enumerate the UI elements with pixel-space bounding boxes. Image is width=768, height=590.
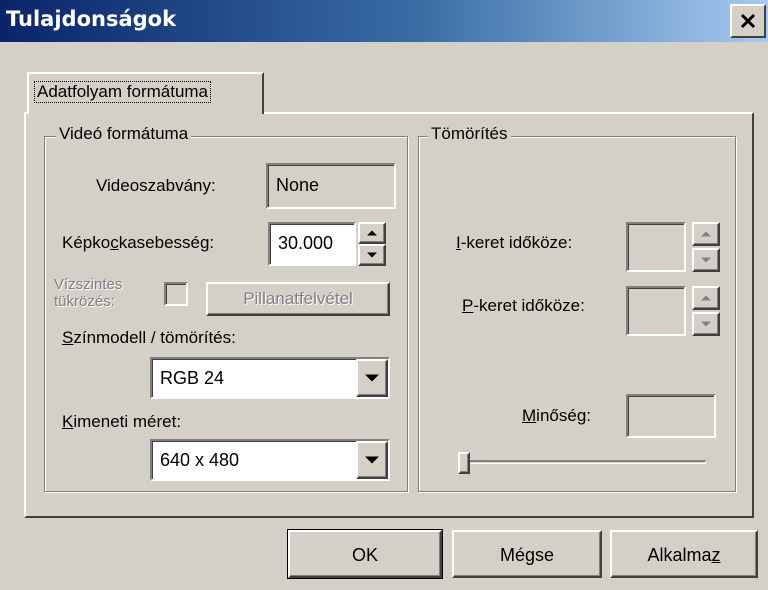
- snapshot-button-label: Pillanatfelvétel: [243, 289, 353, 308]
- framerate-label: Képkockasebesség:: [62, 233, 215, 252]
- apply-button-label: Alkalmaz: [647, 545, 721, 565]
- color-model-dropdown-button[interactable]: [356, 359, 388, 397]
- flip-checkbox[interactable]: [164, 282, 188, 306]
- window-title: Tulajdonságok: [6, 7, 177, 31]
- compression-group-title: Tömörítés: [428, 124, 511, 144]
- apply-button[interactable]: Alkalmaz: [610, 530, 758, 578]
- quality-slider-thumb[interactable]: [458, 452, 470, 474]
- close-icon: [740, 13, 756, 29]
- output-size-label: Kimeneti méret:: [62, 412, 182, 431]
- spin-up-arrow-icon: [701, 231, 711, 237]
- output-size-select[interactable]: 640 x 480: [150, 439, 390, 481]
- iframe-interval-label: I-keret időköze:: [456, 233, 573, 252]
- framerate-spin-up[interactable]: [358, 222, 386, 244]
- quality-label: Minőség:: [522, 406, 591, 425]
- snapshot-button[interactable]: Pillanatfelvétel: [206, 282, 390, 316]
- quality-input[interactable]: [626, 394, 716, 438]
- tab-stream-format[interactable]: Adatfolyam formátuma: [27, 72, 264, 114]
- cancel-button-label: Mégse: [499, 545, 555, 565]
- tab-stream-format-label: Adatfolyam formátuma: [33, 81, 212, 103]
- color-model-label: Színmodell / tömörítés:: [62, 328, 236, 347]
- dropdown-arrow-icon: [365, 374, 379, 382]
- framerate-value: 30.000: [278, 233, 334, 253]
- pframe-interval-label: P-keret időköze:: [462, 296, 585, 315]
- iframe-interval-input[interactable]: [626, 222, 686, 272]
- iframe-spin-up[interactable]: [692, 222, 720, 246]
- ok-button-label: OK: [351, 545, 378, 565]
- iframe-spin-down[interactable]: [692, 248, 720, 272]
- cancel-button[interactable]: Mégse: [452, 530, 602, 578]
- video-format-group-title: Videó formátuma: [56, 124, 192, 144]
- video-standard-value: None: [276, 175, 320, 195]
- spin-down-arrow-icon: [701, 257, 711, 263]
- dropdown-arrow-icon: [365, 456, 379, 464]
- pframe-spin-up[interactable]: [692, 286, 720, 310]
- spin-up-arrow-icon: [367, 230, 377, 236]
- pframe-spin-down[interactable]: [692, 312, 720, 336]
- video-standard-field: None: [266, 163, 396, 209]
- output-size-dropdown-button[interactable]: [356, 441, 388, 479]
- framerate-spin-down[interactable]: [358, 244, 386, 266]
- video-standard-label: Videoszabvány:: [96, 176, 216, 195]
- spin-down-arrow-icon: [367, 252, 377, 258]
- color-model-value: RGB 24: [160, 368, 225, 388]
- ok-button[interactable]: OK: [287, 529, 443, 579]
- pframe-interval-input[interactable]: [626, 286, 686, 336]
- framerate-input[interactable]: 30.000: [268, 222, 356, 266]
- color-model-select[interactable]: RGB 24: [150, 357, 390, 399]
- output-size-value: 640 x 480: [160, 450, 240, 470]
- spin-up-arrow-icon: [701, 295, 711, 301]
- spin-down-arrow-icon: [701, 321, 711, 327]
- quality-slider-track: [462, 460, 706, 464]
- close-button[interactable]: [730, 4, 766, 38]
- flip-label: Vízszintes tükrözés:: [54, 276, 123, 310]
